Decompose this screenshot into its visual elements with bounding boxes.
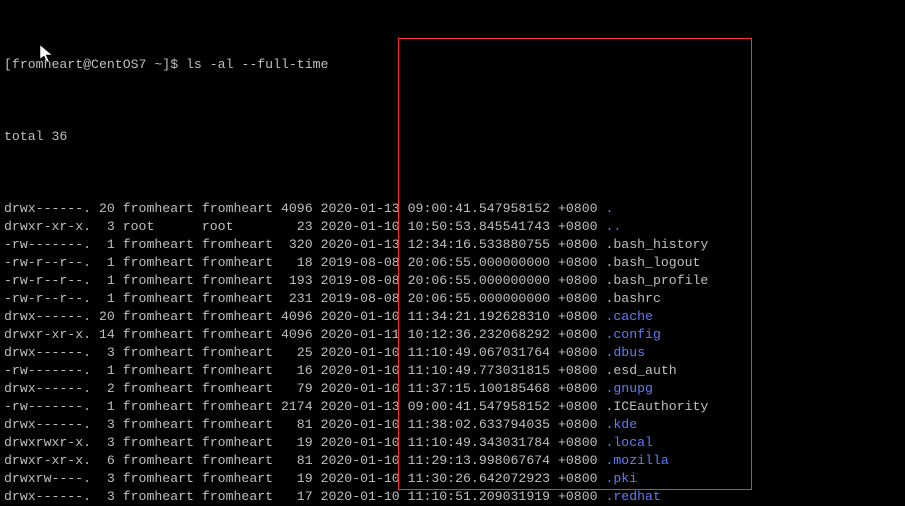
ls-row-meta: drwx------. 3 fromheart fromheart 81 xyxy=(4,416,321,434)
ls-row: -rw-------. 1 fromheart fromheart 2174 2… xyxy=(4,398,901,416)
ls-row-filename: .config xyxy=(605,326,660,344)
ls-row-meta: drwx------. 3 fromheart fromheart 17 xyxy=(4,488,321,506)
ls-row-meta: drwxr-xr-x. 6 fromheart fromheart 81 xyxy=(4,452,321,470)
ls-row-filename: .esd_auth xyxy=(605,362,676,380)
ls-row-mtime: 2020-01-10 11:10:49.067031764 +0800 xyxy=(321,344,606,362)
ls-row-filename: .. xyxy=(605,218,621,236)
ls-row-meta: drwxrwxr-x. 3 fromheart fromheart 19 xyxy=(4,434,321,452)
ls-row-meta: drwxrw----. 3 fromheart fromheart 19 xyxy=(4,470,321,488)
ls-row-mtime: 2020-01-11 10:12:36.232068292 +0800 xyxy=(321,326,606,344)
shell-prompt-line: [fromheart@CentOS7 ~]$ ls -al --full-tim… xyxy=(4,56,901,74)
ls-row-meta: -rw-r--r--. 1 fromheart fromheart 193 xyxy=(4,272,321,290)
ls-row-filename: .ICEauthority xyxy=(605,398,708,416)
ls-row-meta: drwx------. 20 fromheart fromheart 4096 xyxy=(4,200,321,218)
ls-row: -rw-------. 1 fromheart fromheart 320 20… xyxy=(4,236,901,254)
ls-row-filename: .bash_logout xyxy=(605,254,700,272)
ls-row-filename: .dbus xyxy=(605,344,645,362)
ls-row-meta: drwxr-xr-x. 3 root root 23 xyxy=(4,218,321,236)
ls-row-filename: .redhat xyxy=(605,488,660,506)
ls-row-mtime: 2020-01-13 09:00:41.547958152 +0800 xyxy=(321,398,606,416)
ls-row-filename: .local xyxy=(605,434,652,452)
ls-row: drwx------. 20 fromheart fromheart 4096 … xyxy=(4,200,901,218)
ls-row-filename: .pki xyxy=(605,470,637,488)
terminal-window[interactable]: [fromheart@CentOS7 ~]$ ls -al --full-tim… xyxy=(0,0,905,506)
ls-row-mtime: 2020-01-10 11:10:49.773031815 +0800 xyxy=(321,362,606,380)
ls-row-filename: .bash_history xyxy=(605,236,708,254)
ls-row: drwxrw----. 3 fromheart fromheart 19 202… xyxy=(4,470,901,488)
ls-row: drwxr-xr-x. 6 fromheart fromheart 81 202… xyxy=(4,452,901,470)
ls-row-mtime: 2020-01-10 11:30:26.642072923 +0800 xyxy=(321,470,606,488)
ls-row-mtime: 2020-01-10 11:29:13.998067674 +0800 xyxy=(321,452,606,470)
ls-row-meta: -rw-r--r--. 1 fromheart fromheart 18 xyxy=(4,254,321,272)
ls-row: drwx------. 3 fromheart fromheart 25 202… xyxy=(4,344,901,362)
ls-row: drwx------. 20 fromheart fromheart 4096 … xyxy=(4,308,901,326)
ls-row: -rw-r--r--. 1 fromheart fromheart 231 20… xyxy=(4,290,901,308)
ls-row: -rw-r--r--. 1 fromheart fromheart 18 201… xyxy=(4,254,901,272)
ls-row-mtime: 2019-08-08 20:06:55.000000000 +0800 xyxy=(321,254,606,272)
ls-row: drwxr-xr-x. 3 root root 23 2020-01-10 10… xyxy=(4,218,901,236)
ls-row: -rw-r--r--. 1 fromheart fromheart 193 20… xyxy=(4,272,901,290)
ls-row-mtime: 2019-08-08 20:06:55.000000000 +0800 xyxy=(321,272,606,290)
ls-row-meta: drwx------. 20 fromheart fromheart 4096 xyxy=(4,308,321,326)
ls-row-filename: .bashrc xyxy=(605,290,660,308)
ls-row-meta: -rw-------. 1 fromheart fromheart 320 xyxy=(4,236,321,254)
ls-row-filename: .mozilla xyxy=(605,452,668,470)
ls-row-mtime: 2020-01-13 09:00:41.547958152 +0800 xyxy=(321,200,606,218)
ls-row-mtime: 2020-01-10 11:34:21.192628310 +0800 xyxy=(321,308,606,326)
ls-row-filename: . xyxy=(605,200,613,218)
ls-row-mtime: 2019-08-08 20:06:55.000000000 +0800 xyxy=(321,290,606,308)
ls-row-mtime: 2020-01-13 12:34:16.533880755 +0800 xyxy=(321,236,606,254)
ls-row-meta: -rw-------. 1 fromheart fromheart 16 xyxy=(4,362,321,380)
ls-row-meta: -rw-r--r--. 1 fromheart fromheart 231 xyxy=(4,290,321,308)
ls-row-filename: .gnupg xyxy=(605,380,652,398)
ls-row: -rw-------. 1 fromheart fromheart 16 202… xyxy=(4,362,901,380)
ls-row-mtime: 2020-01-10 11:38:02.633794035 +0800 xyxy=(321,416,606,434)
ls-output-table: drwx------. 20 fromheart fromheart 4096 … xyxy=(4,200,901,506)
ls-row-filename: .bash_profile xyxy=(605,272,708,290)
ls-row-meta: -rw-------. 1 fromheart fromheart 2174 xyxy=(4,398,321,416)
ls-row-mtime: 2020-01-10 11:37:15.100185468 +0800 xyxy=(321,380,606,398)
ls-row: drwx------. 3 fromheart fromheart 17 202… xyxy=(4,488,901,506)
ls-row-filename: .kde xyxy=(605,416,637,434)
ls-row-meta: drwx------. 2 fromheart fromheart 79 xyxy=(4,380,321,398)
ls-row-mtime: 2020-01-10 10:50:53.845541743 +0800 xyxy=(321,218,606,236)
ls-row: drwx------. 2 fromheart fromheart 79 202… xyxy=(4,380,901,398)
ls-total-line: total 36 xyxy=(4,128,901,146)
ls-row: drwxrwxr-x. 3 fromheart fromheart 19 202… xyxy=(4,434,901,452)
ls-row-mtime: 2020-01-10 11:10:51.209031919 +0800 xyxy=(321,488,606,506)
ls-row-meta: drwx------. 3 fromheart fromheart 25 xyxy=(4,344,321,362)
ls-row-meta: drwxr-xr-x. 14 fromheart fromheart 4096 xyxy=(4,326,321,344)
ls-row-mtime: 2020-01-10 11:10:49.343031784 +0800 xyxy=(321,434,606,452)
ls-row: drwxr-xr-x. 14 fromheart fromheart 4096 … xyxy=(4,326,901,344)
ls-row-filename: .cache xyxy=(605,308,652,326)
ls-row: drwx------. 3 fromheart fromheart 81 202… xyxy=(4,416,901,434)
